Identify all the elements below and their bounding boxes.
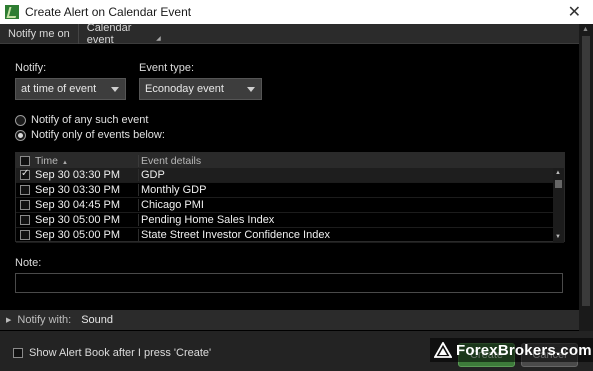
show-alert-book-label: Show Alert Book after I press 'Create'	[29, 347, 212, 359]
radio-button[interactable]	[15, 114, 26, 126]
radio-any-event-label: Notify of any such event	[31, 114, 149, 126]
row-checkbox[interactable]	[20, 230, 30, 240]
dropdown-corner-icon: ◢	[156, 35, 161, 42]
notify-on-dropdown[interactable]: Calendar event ◢	[79, 21, 163, 46]
notify-on-value: Calendar event	[86, 21, 132, 46]
row-details: Pending Home Sales Index	[138, 214, 564, 226]
row-time: Sep 30 03:30 PM	[35, 184, 121, 196]
radio-events-below-label: Notify only of events below:	[31, 129, 165, 141]
watermark-text: ForexBrokers.com	[456, 341, 592, 359]
row-details: Monthly GDP	[138, 184, 564, 196]
row-details: Chicago PMI	[138, 199, 564, 211]
notify-with-bar[interactable]: ▶ Notify with: Sound	[0, 310, 579, 330]
title-bar: Create Alert on Calendar Event ✕	[0, 0, 593, 24]
row-time: Sep 30 05:00 PM	[35, 214, 121, 226]
dialog-scrollbar[interactable]: ▲ ▼	[579, 24, 593, 341]
row-details: State Street Investor Confidence Index	[138, 229, 564, 241]
notify-label: Notify:	[15, 62, 47, 74]
table-row[interactable]: Sep 30 04:45 PM Chicago PMI	[16, 198, 564, 213]
table-row[interactable]: Sep 30 05:00 PM State Street Investor Co…	[16, 228, 564, 243]
row-checkbox[interactable]	[20, 168, 30, 180]
notify-select-value: at time of event	[21, 83, 97, 95]
chevron-down-icon	[111, 87, 119, 92]
sort-ascending-icon: ▲	[61, 159, 68, 166]
notify-with-label: Notify with:	[17, 314, 72, 326]
notify-on-bar: Notify me on Calendar event ◢	[0, 21, 579, 46]
alert-settings-panel: Notify: at time of event Event type: Eco…	[0, 45, 579, 308]
window-title: Create Alert on Calendar Event	[25, 5, 192, 19]
scroll-down-icon[interactable]: ▼	[555, 234, 561, 240]
note-input[interactable]	[15, 273, 563, 293]
table-row[interactable]: Sep 30 03:30 PM Monthly GDP	[16, 183, 564, 198]
table-row[interactable]: Sep 30 03:30 PM GDP	[16, 168, 564, 183]
event-type-label: Event type:	[139, 62, 195, 74]
scroll-up-icon[interactable]: ▲	[555, 170, 561, 176]
radio-button[interactable]	[15, 129, 26, 141]
note-label: Note:	[15, 257, 42, 269]
notify-select[interactable]: at time of event	[15, 78, 126, 100]
app-logo-icon	[5, 5, 19, 19]
table-scrollbar[interactable]: ▲ ▼	[553, 168, 564, 242]
expand-arrow-icon[interactable]: ▶	[6, 316, 11, 324]
row-checkbox[interactable]	[20, 215, 30, 225]
show-alert-book-checkbox[interactable]	[13, 348, 23, 358]
table-header: Time ▲ Event details	[16, 153, 564, 168]
notify-with-value: Sound	[81, 314, 113, 326]
row-checkbox[interactable]	[20, 185, 30, 195]
watermark: ForexBrokers.com	[430, 338, 593, 362]
notify-on-label: Notify me on	[0, 23, 79, 44]
chevron-down-icon	[247, 87, 255, 92]
row-checkbox[interactable]	[20, 200, 30, 210]
forexbrokers-logo-icon	[434, 342, 452, 358]
radio-any-event[interactable]: Notify of any such event	[15, 114, 148, 126]
event-type-select-value: Econoday event	[145, 83, 224, 95]
scrollbar-thumb[interactable]	[582, 36, 590, 306]
close-icon[interactable]: ✕	[568, 2, 581, 22]
events-table: Time▲ Event details Sep 30 03:30 PM GDP …	[15, 152, 565, 243]
table-row[interactable]: Sep 30 05:00 PM Pending Home Sales Index	[16, 213, 564, 228]
select-all-checkbox[interactable]	[20, 155, 30, 166]
row-time: Sep 30 03:30 PM	[35, 169, 121, 181]
scrollbar-thumb[interactable]	[555, 180, 562, 188]
column-header-time[interactable]: Time ▲	[34, 155, 138, 167]
event-type-select[interactable]: Econoday event	[139, 78, 262, 100]
row-details: GDP	[138, 169, 564, 181]
row-time: Sep 30 04:45 PM	[35, 199, 121, 211]
scroll-up-icon[interactable]: ▲	[582, 26, 589, 33]
radio-events-below[interactable]: Notify only of events below:	[15, 129, 165, 141]
row-time: Sep 30 05:00 PM	[35, 229, 121, 241]
column-header-details[interactable]: Event details	[138, 154, 564, 167]
